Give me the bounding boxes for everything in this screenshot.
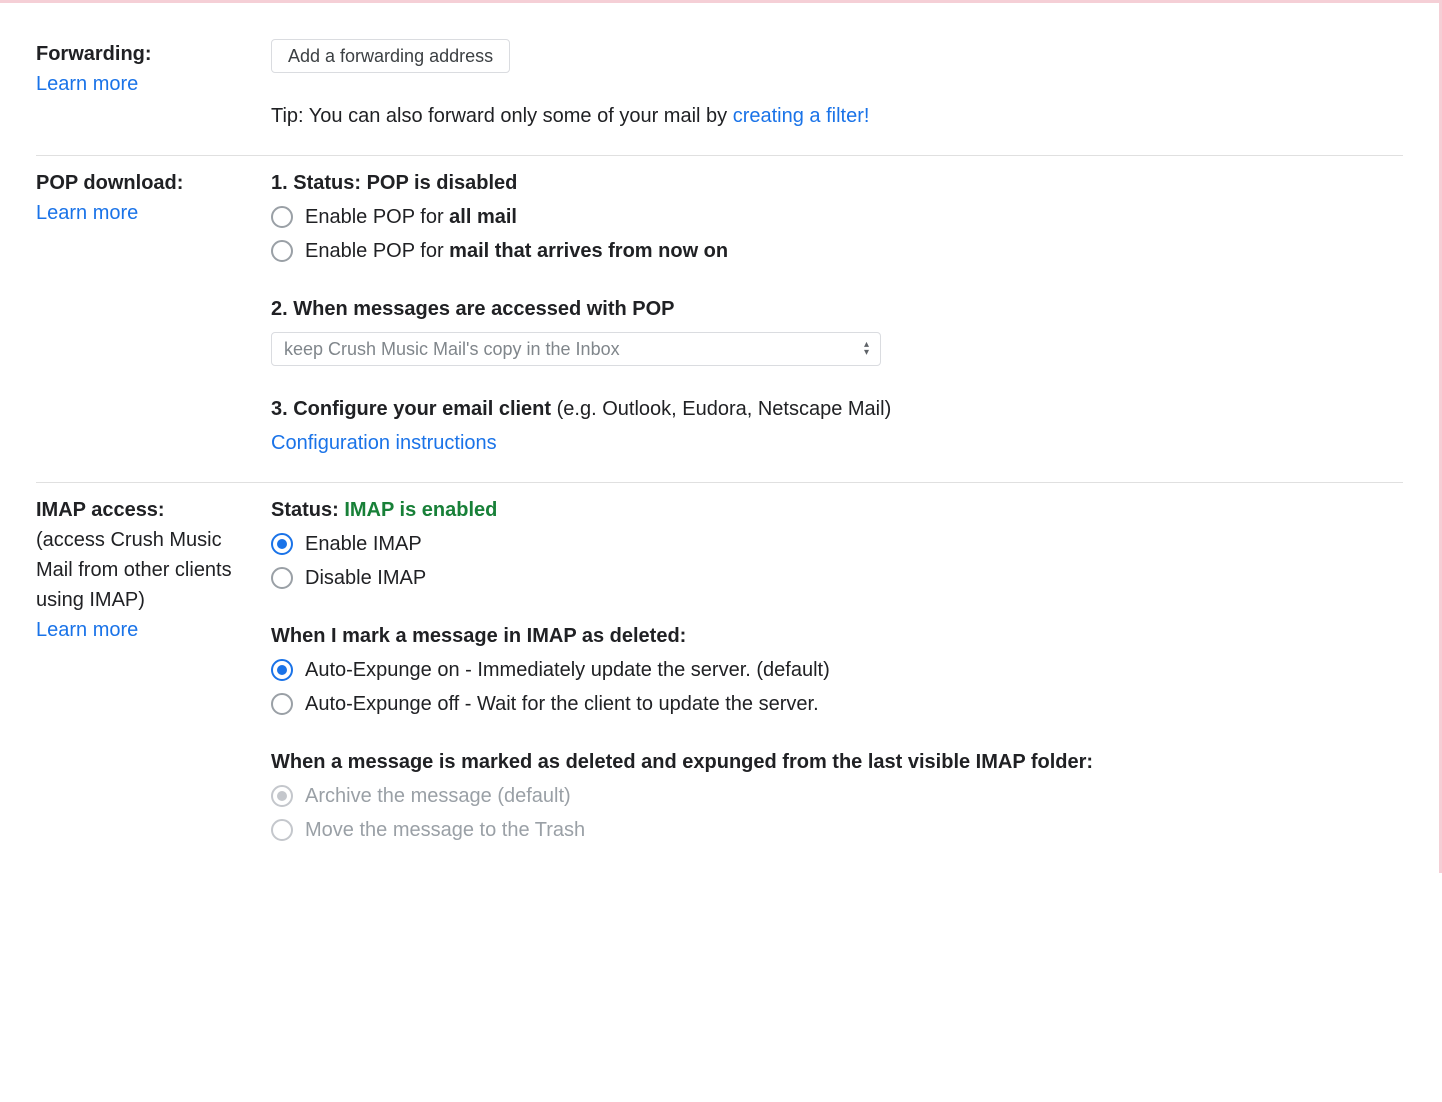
imap-learn-more-link[interactable]: Learn more [36, 619, 138, 641]
creating-filter-link[interactable]: creating a filter! [733, 105, 870, 127]
imap-archive-radio [271, 785, 293, 807]
pop-enable-all-radio[interactable] [271, 206, 293, 228]
imap-expunge-on-label: Auto-Expunge on - Immediately update the… [305, 655, 830, 685]
pop-section: POP download: Learn more 1. Status: POP … [36, 156, 1403, 483]
forwarding-tip: Tip: You can also forward only some of y… [271, 101, 1403, 131]
forwarding-section: Forwarding: Learn more Add a forwarding … [36, 27, 1403, 156]
add-forwarding-address-button[interactable]: Add a forwarding address [271, 39, 510, 73]
pop-action-select-value: keep Crush Music Mail's copy in the Inbo… [271, 332, 881, 366]
pop-status-prefix: 1. Status: [271, 172, 367, 194]
imap-enable-radio[interactable] [271, 533, 293, 555]
imap-trash-label: Move the message to the Trash [305, 815, 585, 845]
pop-title: POP download: [36, 168, 255, 198]
forwarding-learn-more-link[interactable]: Learn more [36, 73, 138, 95]
imap-desc: (access Crush Music Mail from other clie… [36, 525, 255, 615]
pop-config-instructions-link[interactable]: Configuration instructions [271, 432, 497, 454]
forwarding-tip-text: Tip: You can also forward only some of y… [271, 105, 733, 127]
imap-deleted-head: When I mark a message in IMAP as deleted… [271, 621, 1403, 651]
pop-action-select[interactable]: keep Crush Music Mail's copy in the Inbo… [271, 332, 881, 366]
select-caret-icon: ▴▾ [864, 341, 869, 357]
imap-trash-radio [271, 819, 293, 841]
imap-archive-label: Archive the message (default) [305, 781, 571, 811]
imap-expunge-off-label: Auto-Expunge off - Wait for the client t… [305, 689, 819, 719]
pop-learn-more-link[interactable]: Learn more [36, 202, 138, 224]
pop-status-line: 1. Status: POP is disabled [271, 168, 1403, 198]
pop-status-value: POP is disabled [367, 172, 518, 194]
pop-enable-all-label: Enable POP for all mail [305, 202, 517, 232]
imap-enable-label: Enable IMAP [305, 529, 422, 559]
imap-status-value: IMAP is enabled [344, 499, 497, 521]
imap-status-prefix: Status: [271, 499, 344, 521]
imap-expunge-off-radio[interactable] [271, 693, 293, 715]
imap-section: IMAP access: (access Crush Music Mail fr… [36, 483, 1403, 873]
imap-expunge-on-radio[interactable] [271, 659, 293, 681]
pop-step2-head: 2. When messages are accessed with POP [271, 294, 1403, 324]
imap-status-line: Status: IMAP is enabled [271, 495, 1403, 525]
imap-disable-radio[interactable] [271, 567, 293, 589]
imap-expunged-head: When a message is marked as deleted and … [271, 747, 1403, 777]
pop-enable-now-label: Enable POP for mail that arrives from no… [305, 236, 728, 266]
imap-title: IMAP access: [36, 495, 255, 525]
imap-disable-label: Disable IMAP [305, 563, 426, 593]
pop-enable-now-radio[interactable] [271, 240, 293, 262]
pop-step3-head: 3. Configure your email client (e.g. Out… [271, 394, 1403, 424]
forwarding-title: Forwarding: [36, 39, 255, 69]
